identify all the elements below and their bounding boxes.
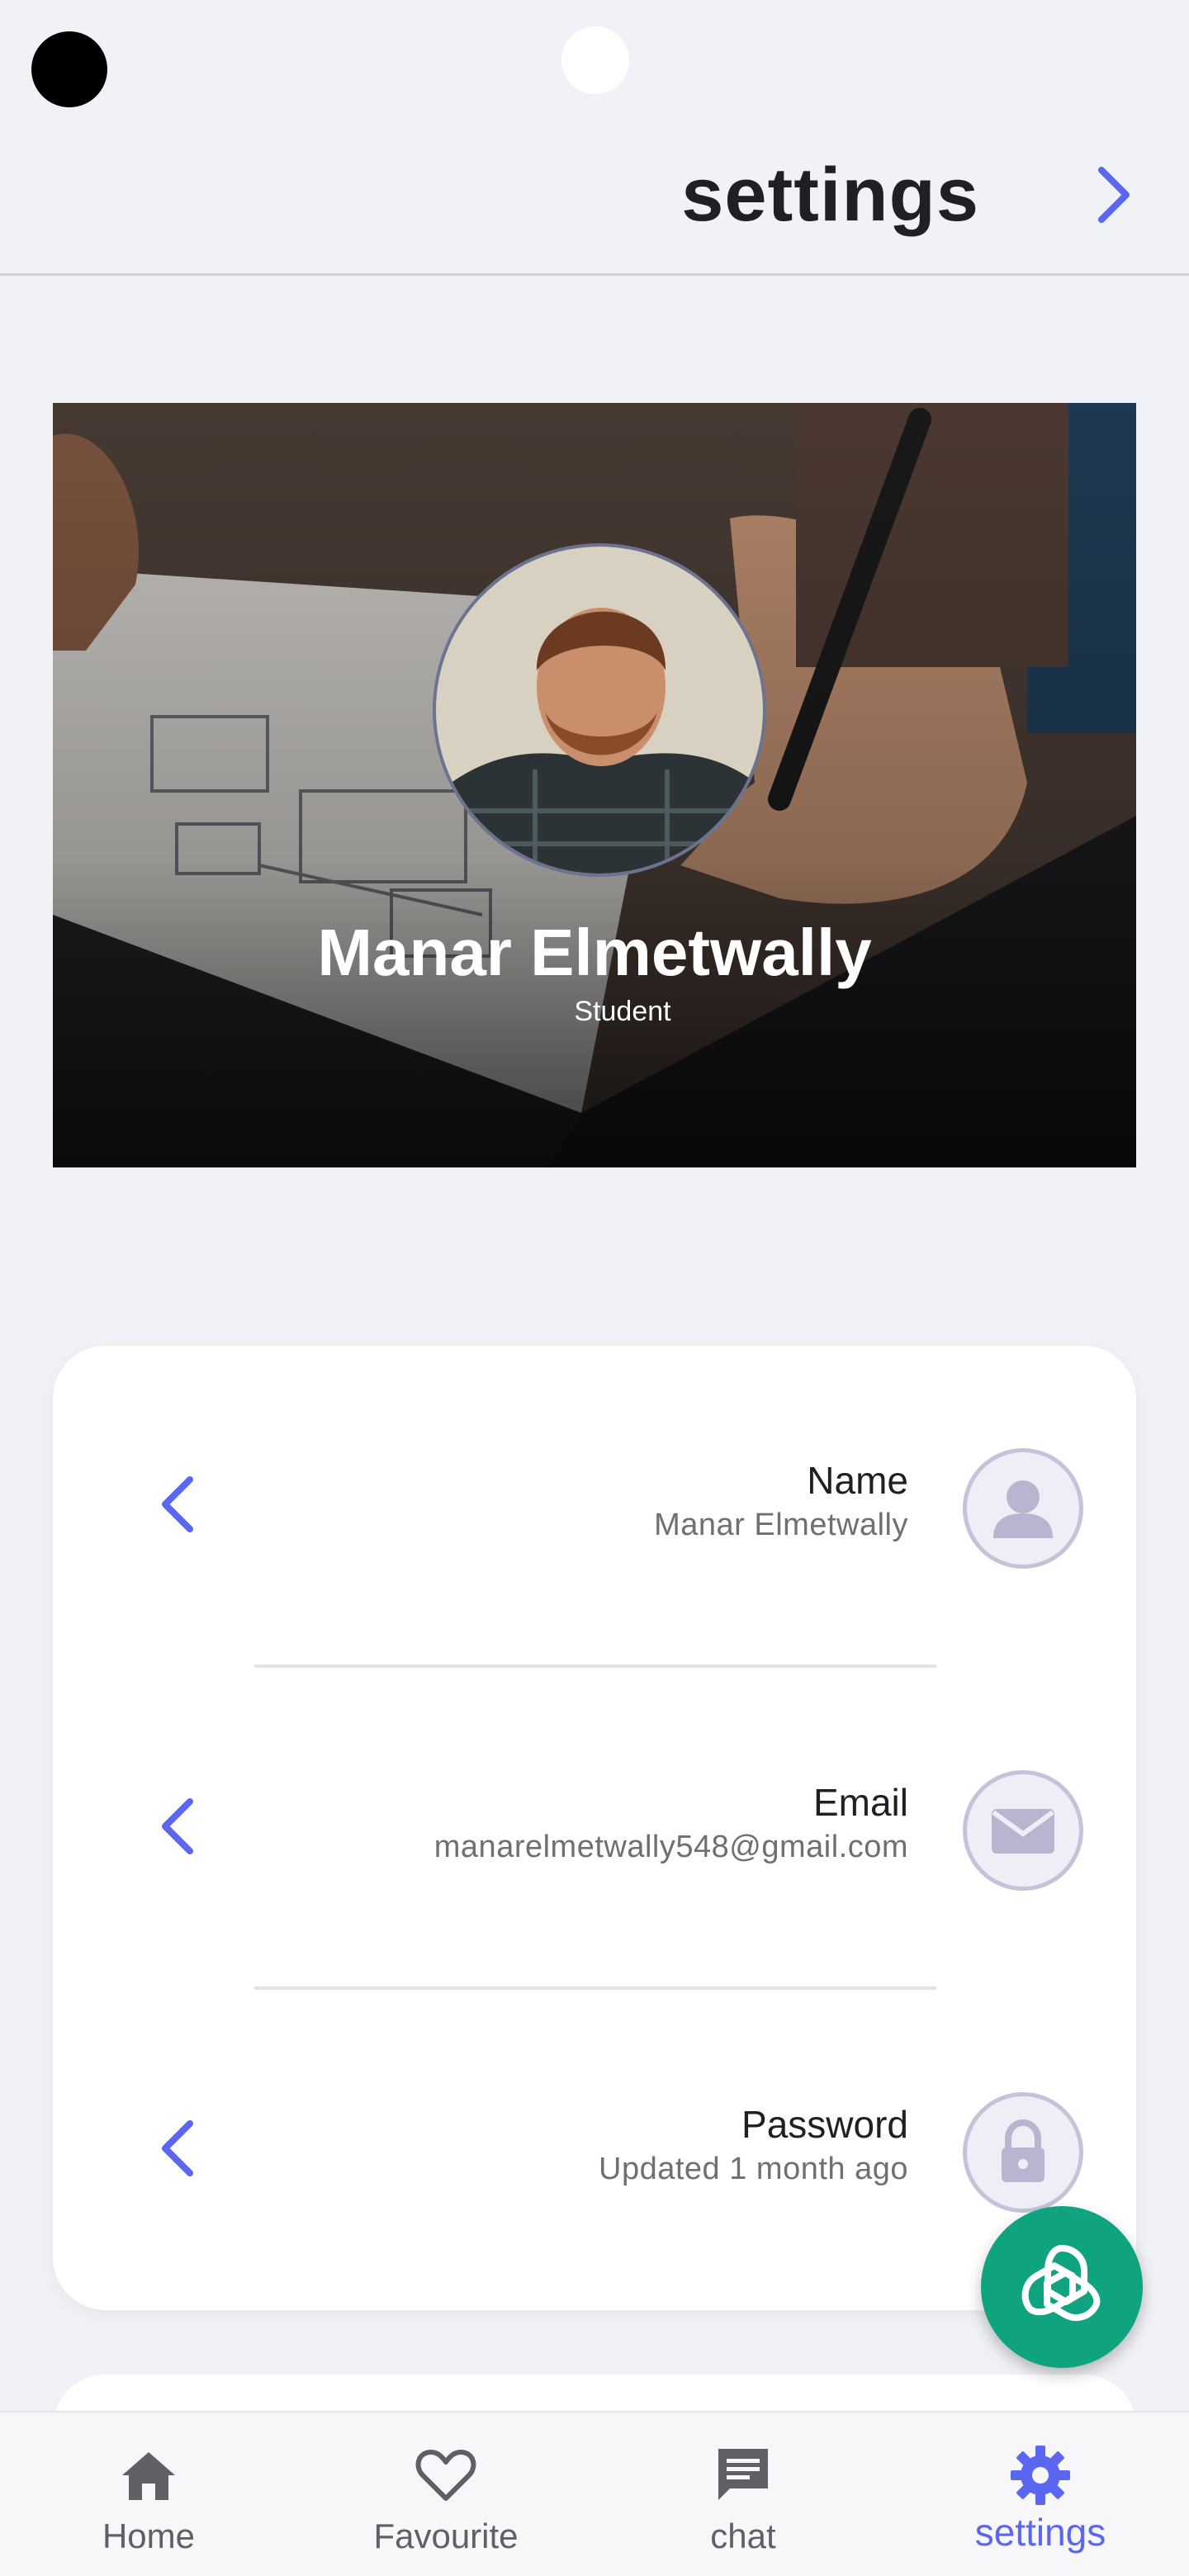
page-title: settings	[681, 153, 979, 237]
nav-label: settings	[974, 2511, 1106, 2554]
row-label: Name	[807, 1459, 908, 1502]
bottom-navigation: Home Favourite chat settings	[0, 2411, 1189, 2576]
profile-banner: Manar Elmetwally Student	[53, 403, 1136, 1167]
nav-item-chat[interactable]: chat	[594, 2413, 892, 2576]
row-label: Email	[812, 1781, 908, 1824]
assistant-fab[interactable]	[981, 2206, 1143, 2368]
nav-label: Home	[102, 2517, 196, 2555]
row-value: manarelmetwally548@gmail.com	[433, 1830, 908, 1864]
row-value: Updated 1 month ago	[599, 2152, 908, 2186]
nav-label: Favourite	[373, 2517, 519, 2555]
chevron-left-icon[interactable]	[152, 1793, 205, 1859]
chevron-right-icon[interactable]	[1087, 162, 1139, 228]
nav-item-home[interactable]: Home	[0, 2413, 297, 2576]
row-value: Manar Elmetwally	[654, 1508, 908, 1542]
account-settings-card: Name Manar Elmetwally Email manarelmetwa…	[53, 1346, 1136, 2310]
row-label: Password	[741, 2103, 908, 2146]
nav-item-settings[interactable]: settings	[892, 2413, 1189, 2576]
gear-icon	[1011, 2446, 1070, 2505]
chevron-left-icon[interactable]	[152, 2115, 205, 2181]
lock-icon	[963, 2092, 1083, 2213]
divider	[254, 1986, 936, 1990]
heart-icon	[415, 2450, 476, 2501]
nav-item-favourite[interactable]: Favourite	[297, 2413, 594, 2576]
settings-row-email[interactable]: Email manarelmetwally548@gmail.com	[53, 1744, 1136, 1909]
divider	[254, 1664, 936, 1668]
app-header: settings	[0, 0, 1189, 276]
profile-name: Manar Elmetwally	[317, 916, 872, 989]
avatar[interactable]	[433, 543, 766, 877]
assistant-icon	[1021, 2245, 1101, 2321]
profile-role: Student	[574, 996, 671, 1027]
person-icon	[963, 1448, 1083, 1569]
settings-row-name[interactable]: Name Manar Elmetwally	[53, 1422, 1136, 1587]
avatar-image	[436, 547, 763, 874]
nav-label: chat	[710, 2517, 776, 2555]
chevron-left-icon[interactable]	[152, 1471, 205, 1537]
mail-icon	[963, 1770, 1083, 1891]
chat-icon	[718, 2449, 768, 2500]
home-icon	[122, 2452, 175, 2500]
settings-row-password[interactable]: Password Updated 1 month ago	[53, 2066, 1136, 2231]
